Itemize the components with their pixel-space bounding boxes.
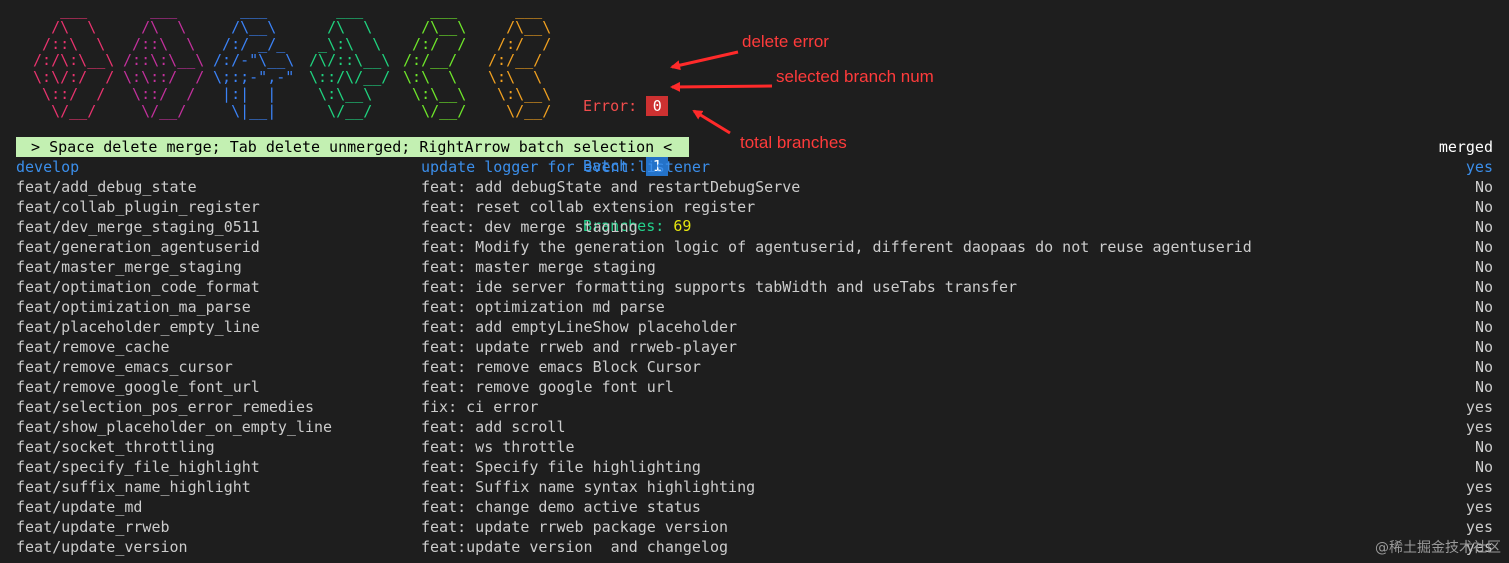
merged-status: yes [1465, 498, 1493, 516]
commit-message: feat: Modify the generation logic of age… [421, 238, 1252, 256]
keybinding-help-bar: > Space delete merge; Tab delete unmerge… [16, 137, 690, 157]
merged-status: No [1474, 178, 1493, 196]
commit-message: feat:update version and changelog [421, 538, 729, 556]
merged-status: No [1474, 458, 1493, 476]
merged-status: yes [1465, 518, 1493, 536]
error-stat: Error: 0 [583, 96, 691, 116]
branch-name: feat/selection_pos_error_remedies [16, 398, 315, 416]
branch-name: feat/update_md [16, 498, 143, 516]
merged-status: No [1474, 218, 1493, 236]
merged-status: No [1474, 298, 1493, 316]
commit-message: feat: add debugState and restartDebugSer… [421, 178, 801, 196]
commit-message: update logger for event listener [421, 158, 710, 176]
branch-row[interactable]: feat/update_md feat: change demo active s… [16, 497, 1493, 517]
commit-message: feat: update rrweb package version [421, 518, 729, 536]
branch-row-selected[interactable]: develop update logger for event listener y… [16, 157, 1493, 177]
branch-name: feat/optimization_ma_parse [16, 298, 251, 316]
branch-name: feat/update_rrweb [16, 518, 170, 536]
merged-status: No [1474, 238, 1493, 256]
branch-name: feat/add_debug_state [16, 178, 197, 196]
logo-letter-3: ___ /\__\ /:/ _/_ /:/-"\__\ \;:;-",-" |:… [213, 1, 295, 120]
logo-letter-6: ___ /\__\ /:/ / /:/__/ \:\ \ \:\__\ \/__… [488, 1, 552, 120]
branch-name: feat/collab_plugin_register [16, 198, 260, 216]
merged-status: No [1474, 358, 1493, 376]
branch-row[interactable]: feat/optimization_ma_parse feat: optimiza… [16, 297, 1493, 317]
branch-name: develop [16, 158, 80, 176]
branch-row[interactable]: feat/generation_agentuserid feat: Modify … [16, 237, 1493, 257]
branch-row[interactable]: feat/update_version feat:update version a… [16, 537, 1493, 557]
merged-status: No [1474, 258, 1493, 276]
commit-message: feat: optimization md parse [421, 298, 665, 316]
commit-message: feat: ws throttle [421, 438, 575, 456]
branch-name: feat/update_version [16, 538, 188, 556]
branch-row[interactable]: feat/remove_cache feat: update rrweb and … [16, 337, 1493, 357]
branch-name: feat/remove_google_font_url [16, 378, 260, 396]
ascii-logo: ___ /\ \ /::\ \ /:/\:\__\ \:\/:/ / \::/ … [24, 2, 564, 138]
branch-name: feat/socket_throttling [16, 438, 215, 456]
branch-name: feat/optimation_code_format [16, 278, 260, 296]
merged-status: yes [1465, 398, 1493, 416]
merged-status: yes [1465, 158, 1493, 176]
branch-row[interactable]: feat/suffix_name_highlight feat: Suffix n… [16, 477, 1493, 497]
branch-row[interactable]: feat/specify_file_highlight feat: Specify… [16, 457, 1493, 477]
branch-row[interactable]: feat/selection_pos_error_remedies fix: ci… [16, 397, 1493, 417]
branch-row[interactable]: feat/master_merge_staging feat: master me… [16, 257, 1493, 277]
merged-status: No [1474, 318, 1493, 336]
error-count: 0 [646, 96, 669, 116]
branch-name: feat/placeholder_empty_line [16, 318, 260, 336]
branch-name: feat/remove_emacs_cursor [16, 358, 233, 376]
arrow-total-branches [692, 109, 731, 135]
branch-name: feat/remove_cache [16, 338, 170, 356]
commit-message: feat: remove google font url [421, 378, 674, 396]
commit-message: feat: Suffix name syntax highlighting [421, 478, 756, 496]
watermark: @稀土掘金技术社区 [1375, 540, 1501, 556]
branch-row[interactable]: feat/dev_merge_staging_0511 feact: dev me… [16, 217, 1493, 237]
merged-status: No [1474, 438, 1493, 456]
branch-name: feat/generation_agentuserid [16, 238, 260, 256]
commit-message: fix: ci error [421, 398, 539, 416]
commit-message: feat: master merge staging [421, 258, 656, 276]
merged-status: No [1474, 198, 1493, 216]
branch-name: feat/show_placeholder_on_empty_line [16, 418, 333, 436]
branch-row[interactable]: feat/show_placeholder_on_empty_line feat:… [16, 417, 1493, 437]
merged-status: No [1474, 378, 1493, 396]
commit-message: feat: add scroll [421, 418, 566, 436]
branch-row[interactable]: feat/remove_google_font_url feat: remove … [16, 377, 1493, 397]
branch-name: feat/specify_file_highlight [16, 458, 260, 476]
branch-name: feat/master_merge_staging [16, 258, 242, 276]
merged-status: No [1474, 338, 1493, 356]
branch-row[interactable]: feat/socket_throttling feat: ws throttle N… [16, 437, 1493, 457]
branch-row[interactable]: feat/remove_emacs_cursor feat: remove ema… [16, 357, 1493, 377]
commit-message: feat: reset collab extension register [421, 198, 756, 216]
branch-list: develop update logger for event listener y… [16, 157, 1493, 557]
annotation-total-branches: total branches [740, 133, 847, 152]
branch-row[interactable]: feat/add_debug_state feat: add debugState… [16, 177, 1493, 197]
annotation-delete-error: delete error [742, 32, 829, 51]
branch-row[interactable]: feat/update_rrweb feat: update rrweb pack… [16, 517, 1493, 537]
branch-name: feat/suffix_name_highlight [16, 478, 251, 496]
merged-column-header: merged [1438, 138, 1493, 156]
logo-letter-1: ___ /\ \ /::\ \ /:/\:\__\ \:\/:/ / \::/ … [33, 1, 115, 120]
commit-message: feat: change demo active status [421, 498, 701, 516]
logo-letter-4: ___ /\ \ _\:\ \ /\/::\__\ \::/\/__/ \:\_… [309, 1, 391, 120]
annotation-selected-branch-num: selected branch num [776, 67, 934, 86]
branch-row[interactable]: feat/optimation_code_format feat: ide ser… [16, 277, 1493, 297]
commit-message: feat: ide server formatting supports tab… [421, 278, 1018, 296]
branch-name: feat/dev_merge_staging_0511 [16, 218, 260, 236]
error-label: Error: [583, 97, 647, 115]
commit-message: feat: Specify file highlighting [421, 458, 701, 476]
branch-row[interactable]: feat/placeholder_empty_line feat: add emp… [16, 317, 1493, 337]
commit-message: feat: remove emacs Block Cursor [421, 358, 701, 376]
merged-status: No [1474, 278, 1493, 296]
commit-message: feat: add emptyLineShow placeholder [421, 318, 738, 336]
merged-status: yes [1465, 418, 1493, 436]
merged-status: yes [1465, 478, 1493, 496]
commit-message: feat: update rrweb and rrweb-player [421, 338, 738, 356]
logo-letter-2: ___ /\ \ /::\ \ /::\:\__\ \:\::/ / \::/ … [123, 1, 205, 120]
branch-row[interactable]: feat/collab_plugin_register feat: reset c… [16, 197, 1493, 217]
logo-letter-5: ___ /\__\ /:/ / /:/__/ \:\ \ \:\__\ \/__… [403, 1, 467, 120]
commit-message: feact: dev merge staging [421, 218, 638, 236]
